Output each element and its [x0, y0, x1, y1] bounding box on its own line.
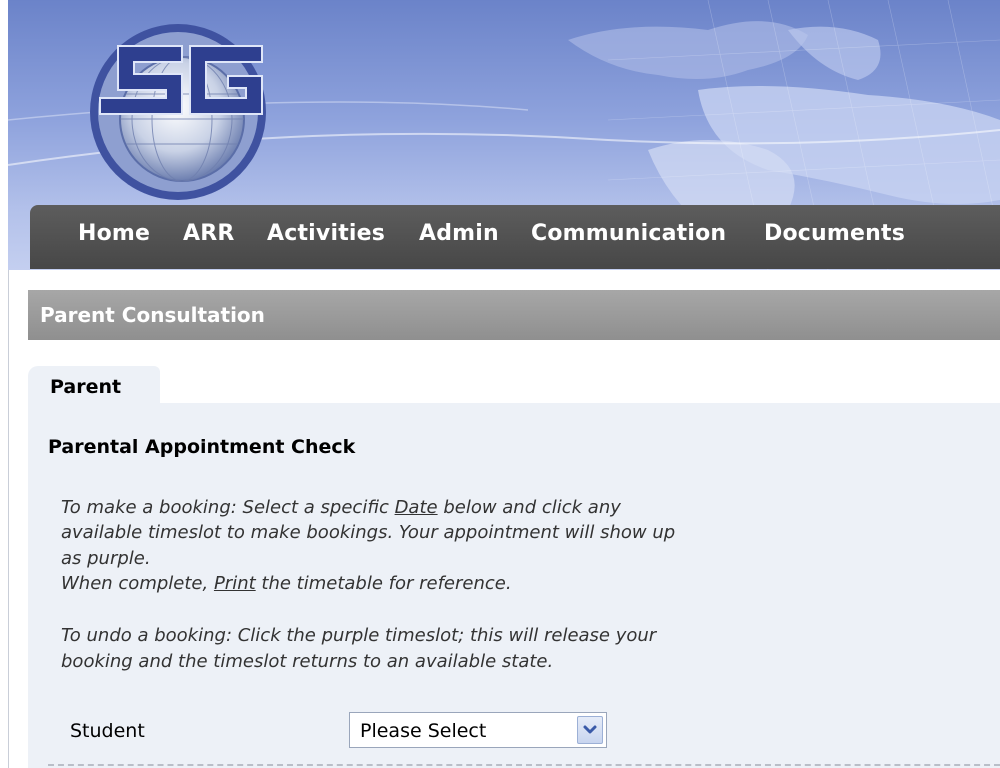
booking-instruction-line-2: available timeslot to make bookings. You… [61, 522, 676, 543]
undo-instruction-line-1: To undo a booking: Click the purple time… [61, 625, 657, 646]
nav-communication[interactable]: Communication [531, 221, 726, 246]
student-select-value: Please Select [360, 720, 487, 742]
booking-instruction-line-4: When complete, Print the timetable for r… [61, 572, 512, 596]
main-nav-bar: Home ARR Activities Admin Communication … [30, 205, 1000, 269]
booking-instruction-line-1: To make a booking: Select a specific Dat… [61, 496, 621, 520]
undo-instruction-line-2: booking and the timeslot returns to an a… [61, 651, 554, 672]
divider [48, 764, 1000, 766]
nav-activities[interactable]: Activities [267, 221, 385, 246]
nav-admin[interactable]: Admin [419, 221, 499, 246]
student-select[interactable]: Please Select [349, 712, 607, 748]
section-title: Parent Consultation [40, 303, 265, 327]
date-link[interactable]: Date [395, 497, 438, 518]
booking-text-1b: below and click any [437, 497, 621, 518]
booking-text-4b: the timetable for reference. [255, 573, 512, 594]
chevron-down-icon [583, 725, 597, 734]
nav-home[interactable]: Home [78, 221, 150, 246]
student-label: Student [70, 720, 145, 742]
booking-text-1a: To make a booking: Select a specific [61, 497, 395, 518]
booking-instruction-line-3: as purple. [61, 548, 151, 569]
panel-title: Parental Appointment Check [48, 436, 356, 458]
tab-parent-label: Parent [50, 376, 122, 398]
nav-arr[interactable]: ARR [183, 221, 235, 246]
tab-parent[interactable]: Parent [28, 366, 160, 404]
booking-text-4a: When complete, [61, 573, 214, 594]
print-link[interactable]: Print [214, 573, 256, 594]
section-header: Parent Consultation [28, 290, 1000, 340]
nav-documents[interactable]: Documents [764, 221, 905, 246]
college-logo [90, 24, 266, 200]
dropdown-button[interactable] [577, 716, 603, 744]
